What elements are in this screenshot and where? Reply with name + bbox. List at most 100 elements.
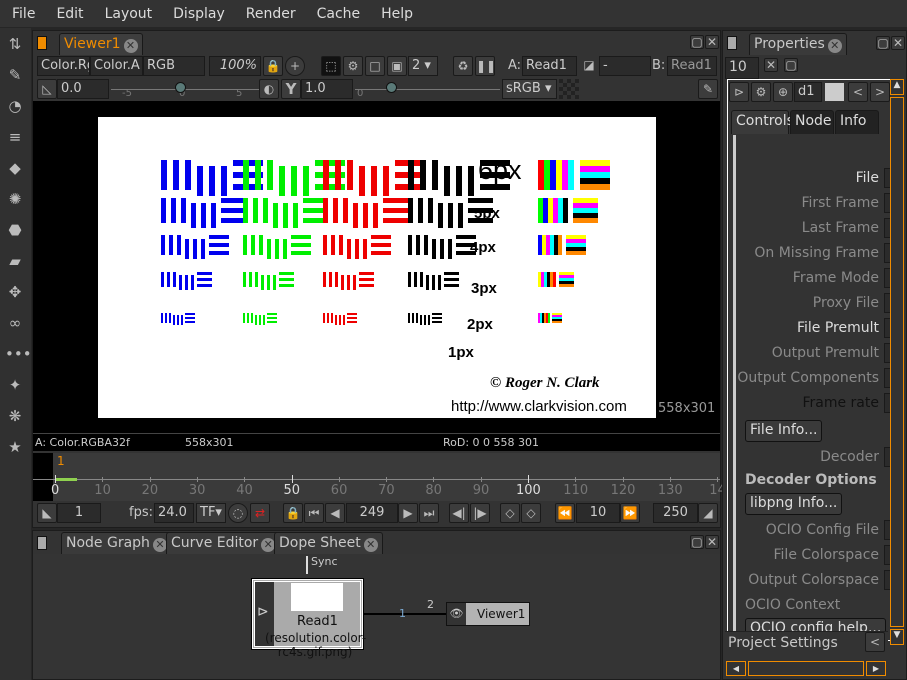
previous-frame-icon[interactable]: ◀| <box>449 503 469 523</box>
viewer1-node[interactable]: 👁 Viewer1 <box>446 602 530 626</box>
vertical-scrollbar[interactable]: ▲ ▼ <box>890 79 904 645</box>
float-pane-icon[interactable]: ▢ <box>690 535 704 549</box>
scroll-right-icon[interactable]: ▶ <box>866 661 886 676</box>
playback-mode-icon[interactable]: ⇄ <box>250 503 270 523</box>
roi-icon[interactable]: □ <box>365 56 385 76</box>
minimize-panels-icon[interactable]: ▢ <box>784 58 798 72</box>
horizontal-scrollbar[interactable]: ◀ ▶ <box>726 661 887 676</box>
close-pane-icon[interactable]: ✕ <box>705 535 719 549</box>
node-color-swatch[interactable] <box>825 83 844 101</box>
scroll-handle[interactable] <box>890 97 904 627</box>
play-icon[interactable]: ⊳ <box>729 82 749 102</box>
gamma-slider[interactable] <box>355 89 500 90</box>
rewind-increment-icon[interactable]: ⏪ <box>555 503 575 523</box>
layer-select[interactable]: Color.Rgba <box>37 56 90 76</box>
next-frame-icon[interactable]: |▶ <box>470 503 490 523</box>
play-forward-icon[interactable]: ▶ <box>398 503 418 523</box>
tab-node[interactable]: Node <box>790 110 834 134</box>
set-in-point-icon[interactable]: ◣ <box>37 503 57 523</box>
scroll-down-icon[interactable]: ▼ <box>890 629 904 645</box>
proxy-level-select[interactable]: 2 ▾ <box>408 56 438 76</box>
turbo-select[interactable]: TF▾ <box>196 503 226 523</box>
end-frame-field[interactable]: 250 <box>653 503 698 523</box>
redo-icon[interactable]: > <box>870 82 890 102</box>
lock-icon[interactable]: 🔒 <box>283 503 303 523</box>
transform3d-icon[interactable]: ✥ <box>5 282 25 302</box>
contrast-icon[interactable]: ◐ <box>259 79 279 99</box>
color-icon[interactable]: ◆ <box>5 158 25 178</box>
extra-icon[interactable]: ❋ <box>5 406 25 426</box>
composite-select[interactable]: - <box>599 56 651 76</box>
menu-help[interactable]: Help <box>369 6 422 22</box>
plugins-icon[interactable]: ★ <box>5 437 25 457</box>
gain-field[interactable]: 0.0 <box>57 79 109 99</box>
gain-slider-handle[interactable] <box>175 82 186 93</box>
pause-icon[interactable]: ❚❚ <box>475 56 496 76</box>
menu-render[interactable]: Render <box>234 6 305 22</box>
set-out-point-icon[interactable]: ◢ <box>698 503 718 523</box>
tab-controls[interactable]: Controls <box>731 110 794 134</box>
close-icon[interactable]: ✕ <box>363 538 378 552</box>
tab-info[interactable]: Info <box>835 110 879 134</box>
current-frame-marker[interactable]: 1 <box>57 454 65 468</box>
time-icon[interactable]: ◔ <box>5 96 25 116</box>
tab-viewer1[interactable]: Viewer1 ✕ <box>59 33 143 55</box>
previous-keyframe-icon[interactable]: ◇ <box>500 503 520 523</box>
gear-icon[interactable]: ⚙ <box>343 56 363 76</box>
libpng-info-button[interactable]: libpng Info... <box>745 493 843 515</box>
lock-icon[interactable]: 🔒 <box>263 56 283 76</box>
zoom-select[interactable]: 100% <box>209 56 261 76</box>
play-backward-icon[interactable]: ◀ <box>325 503 345 523</box>
channels-select[interactable]: RGB <box>143 56 205 76</box>
pane-menu-icon[interactable] <box>37 536 47 550</box>
color-picker-icon[interactable]: ✎ <box>698 79 718 99</box>
fps-field[interactable]: 24.0 <box>154 503 194 523</box>
gamma-slider-handle[interactable] <box>386 82 397 93</box>
first-frame-icon[interactable]: ⏮ <box>304 503 324 523</box>
refresh-icon[interactable]: ♻ <box>453 56 473 76</box>
tab-node-graph[interactable]: Node Graph ✕ <box>61 532 172 554</box>
increment-field[interactable]: 10 <box>576 503 620 523</box>
clear-panels-icon[interactable]: ✕ <box>764 58 778 72</box>
views-icon[interactable]: ∞ <box>5 313 25 333</box>
eraser-icon[interactable]: ◪ <box>579 56 599 76</box>
menu-layout[interactable]: Layout <box>93 6 162 22</box>
filter-icon[interactable]: ✺ <box>5 189 25 209</box>
gain-toggle-icon[interactable]: ◺ <box>37 79 57 99</box>
file-info-button[interactable]: File Info... <box>745 420 823 442</box>
transform-icon[interactable]: ⇅ <box>5 34 25 54</box>
paint-icon[interactable]: ✎ <box>5 65 25 85</box>
close-pane-icon[interactable]: ✕ <box>891 36 905 50</box>
undo-icon[interactable]: < <box>848 82 868 102</box>
float-pane-icon[interactable]: ▢ <box>876 36 890 50</box>
node-name-field[interactable]: d1 <box>794 82 822 102</box>
input-b-select[interactable]: Read1 <box>667 56 717 76</box>
timeline[interactable]: 1 0 10 20 30 40 50 60 70 80 90 100 110 120 130 14 <box>33 453 726 501</box>
alpha-select[interactable]: Color.A <box>90 56 143 76</box>
forward-increment-icon[interactable]: ⏩ <box>620 503 640 523</box>
float-pane-icon[interactable]: ▢ <box>690 35 704 49</box>
zoom-plus-icon[interactable]: + <box>285 56 305 76</box>
add-icon[interactable]: ⊕ <box>773 82 793 102</box>
menu-cache[interactable]: Cache <box>305 6 370 22</box>
close-icon[interactable]: ✕ <box>123 39 138 53</box>
max-panels-field[interactable]: 10 <box>725 57 759 79</box>
start-frame-field[interactable]: 1 <box>57 503 101 523</box>
project-settings-panel[interactable]: Project Settings < <box>725 631 888 653</box>
gear-icon[interactable]: ⚙ <box>751 82 771 102</box>
current-frame-field[interactable]: 249 <box>346 503 398 523</box>
scroll-handle[interactable] <box>748 661 864 676</box>
close-icon[interactable]: ✕ <box>827 39 842 53</box>
close-pane-icon[interactable]: ✕ <box>705 35 719 49</box>
scroll-up-icon[interactable]: ▲ <box>890 79 904 95</box>
clip-to-project-icon[interactable]: ⬚ <box>321 56 341 76</box>
gmic-icon[interactable]: ✦ <box>5 375 25 395</box>
tab-curve-editor[interactable]: Curve Editor ✕ <box>166 532 281 554</box>
pane-menu-icon[interactable] <box>727 36 737 50</box>
tab-properties[interactable]: Properties ✕ <box>749 33 847 55</box>
colorspace-select[interactable]: sRGB ▾ <box>502 79 557 99</box>
collapse-icon[interactable]: < <box>865 632 885 652</box>
ocio-context-label[interactable]: OCIO Context <box>745 597 840 613</box>
pane-menu-icon[interactable] <box>37 36 47 50</box>
other-icon[interactable]: ••• <box>5 344 32 364</box>
